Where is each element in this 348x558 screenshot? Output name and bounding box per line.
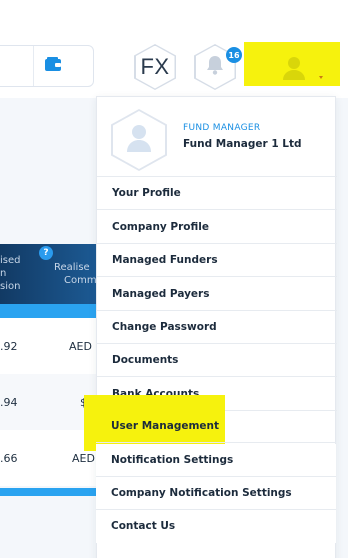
user-menu-button[interactable] [272, 46, 316, 94]
table-subheader-strip [0, 304, 98, 318]
wallet-button[interactable] [33, 46, 71, 86]
header-col-2-line-1: Realise [54, 262, 90, 273]
bell-icon [205, 54, 225, 80]
menu-item-label: Contact Us [111, 520, 176, 532]
horizontal-scrollbar[interactable] [0, 488, 98, 496]
help-icon[interactable]: ? [39, 246, 53, 260]
user-avatar-icon [279, 53, 309, 87]
top-bar: FX 16 [0, 0, 348, 98]
header-col-1-line-1: ised [0, 255, 21, 266]
table-cell: .66 [0, 452, 18, 465]
header-col-1-line-3: sion [0, 281, 21, 292]
fx-label: FX [140, 54, 170, 79]
menu-item-notification-settings[interactable]: Notification Settings [96, 444, 336, 477]
fx-button[interactable]: FX [134, 44, 176, 90]
wallet-icon [44, 56, 62, 76]
menu-item-label: Notification Settings [111, 454, 234, 466]
user-dropdown-menu-lower: User Management Notification Settings Co… [96, 96, 336, 558]
header-col-2-line-2: Comm [64, 275, 97, 286]
header-col-1-line-2: n [0, 268, 7, 279]
notification-count-badge: 16 [226, 47, 242, 63]
chevron-down-icon [319, 64, 323, 79]
table-cell: AED [72, 452, 95, 465]
menu-item-company-notification-settings[interactable]: Company Notification Settings [96, 477, 336, 510]
table-row[interactable]: .92 AED 1 [0, 318, 102, 374]
menu-item-contact-us[interactable]: Contact Us [96, 510, 336, 543]
table-cell: .92 [0, 340, 18, 353]
menu-item-label: Company Notification Settings [111, 487, 292, 499]
table-cell: .94 [0, 396, 18, 409]
transactions-table: ised n sion Realise Comm ? .92 AED 1 .94… [0, 244, 102, 504]
menu-item-user-management[interactable]: User Management [96, 410, 336, 443]
menu-item-label: User Management [111, 420, 220, 432]
search-box[interactable] [0, 45, 94, 87]
table-header: ised n sion Realise Comm ? [0, 244, 98, 304]
